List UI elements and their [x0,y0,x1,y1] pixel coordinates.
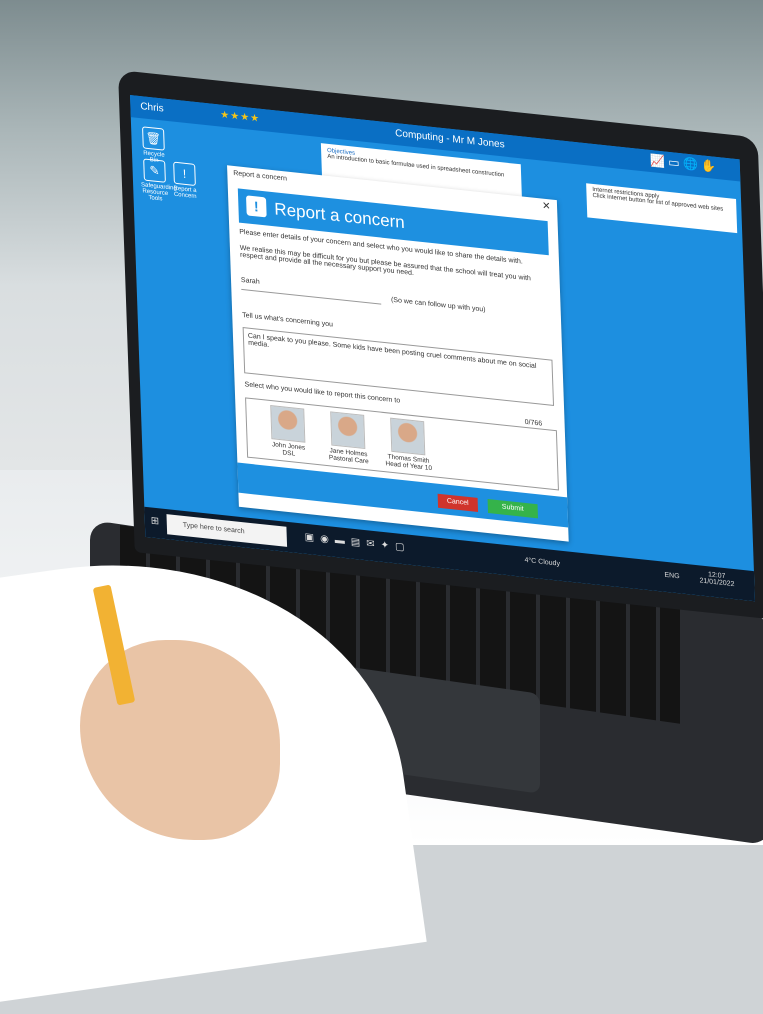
staff-photo [330,411,366,450]
laptop-screen: Chris ★★★★ Computing - Mr M Jones 📈 ▭ 🌐 … [130,95,755,602]
toolbar-icons[interactable]: 📈 ▭ 🌐 ✋ [650,153,717,174]
dialog-window-title: Report a concern [233,169,288,183]
concern-textarea[interactable]: Can I speak to you please. Some kids hav… [242,327,555,406]
language-indicator: ENG [664,571,680,581]
name-hint: (So we can follow up with you) [390,296,486,314]
user-name: Chris [140,101,164,115]
windows-start-icon[interactable]: ⊞ [151,515,160,527]
internet-restrictions-popup: Internet restrictions apply Click intern… [586,183,738,234]
safeguarding-tools-icon[interactable]: ✎ Safeguarding Resource Tools [140,158,177,203]
staff-photo [270,404,306,443]
concern-label: Tell us what's concerning you [242,311,334,329]
weather-status: 4°C Cloudy [524,556,561,568]
dialog-heading: Report a concern [274,199,406,233]
clock: 12:07 21/01/2022 [699,571,735,589]
name-field[interactable]: Sarah [240,276,382,305]
close-icon[interactable]: ✕ [542,201,551,213]
rating-stars: ★★★★ [220,109,261,125]
alert-icon: ! [246,195,267,218]
taskbar-app-icons[interactable]: ▣◉▬▤✉✦▢ [304,532,410,554]
report-concern-icon[interactable]: ! Report a Concern [170,161,199,200]
staff-photo [390,417,426,456]
staff-card[interactable]: Thomas Smith Head of Year 10 [372,416,444,474]
report-concern-dialog: Report a concern ✕ ! Report a concern Pl… [227,165,569,542]
